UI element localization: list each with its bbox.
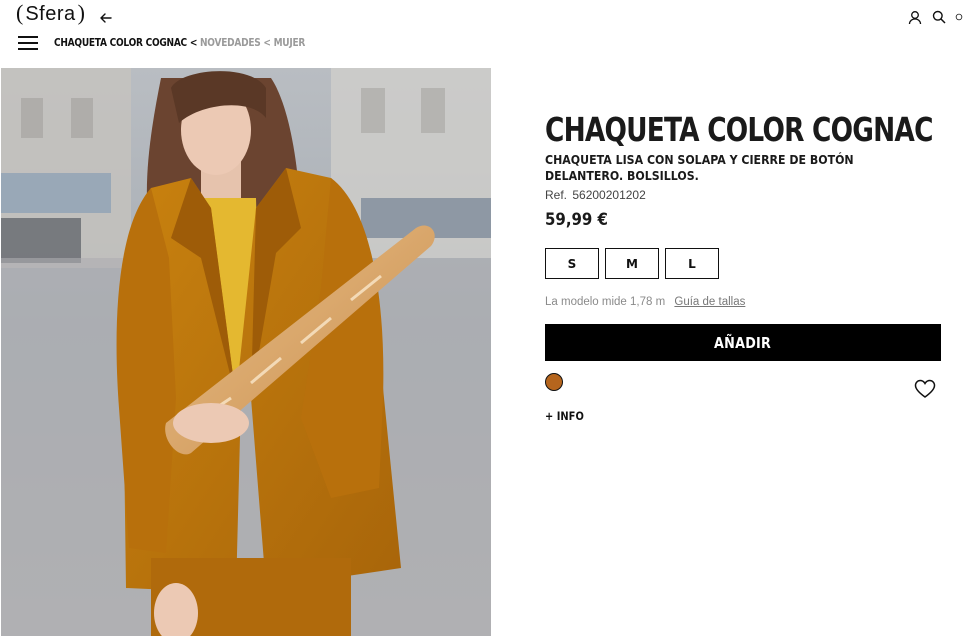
product-info: CHAQUETA COLOR COGNAC CHAQUETA LISA CON …	[545, 110, 941, 230]
breadcrumb-current: CHAQUETA COLOR COGNAC	[54, 37, 187, 49]
hamburger-menu-icon[interactable]	[18, 36, 40, 52]
logo-text: Sfera	[25, 3, 76, 25]
add-to-cart-button[interactable]: AÑADIR	[545, 324, 941, 361]
breadcrumb: CHAQUETA COLOR COGNAC < NOVEDADES < MUJE…	[54, 37, 305, 49]
heart-icon[interactable]	[914, 379, 936, 399]
size-guide-link[interactable]: Guía de tallas	[674, 296, 745, 308]
user-icon[interactable]	[907, 8, 923, 26]
product-photo[interactable]	[1, 68, 491, 636]
breadcrumb-link-novedades[interactable]: NOVEDADES	[200, 37, 261, 49]
size-option-l[interactable]: L	[665, 248, 719, 279]
breadcrumb-link-mujer[interactable]: MUJER	[274, 37, 306, 49]
more-info-link[interactable]: + INFO	[545, 409, 584, 423]
search-icon[interactable]	[931, 8, 947, 26]
product-description: CHAQUETA LISA CON SOLAPA Y CIERRE DE BOT…	[545, 152, 854, 183]
size-option-m[interactable]: M	[605, 248, 659, 279]
product-price: 59,99 €	[545, 210, 608, 230]
bag-icon[interactable]	[955, 8, 963, 26]
logo-close-paren: )	[77, 0, 85, 25]
arrow-left-icon[interactable]	[98, 10, 114, 26]
product-ref: Ref. 56200201202	[545, 188, 941, 202]
add-to-cart-label: AÑADIR	[714, 333, 772, 352]
model-note: La modelo mide 1,78 m	[545, 296, 666, 308]
model-info: La modelo mide 1,78 m Guía de tallas	[545, 296, 745, 308]
header-actions	[907, 8, 963, 26]
breadcrumb-separator: <	[263, 37, 271, 49]
site-header: ( Sfera ) CHAQUETA COLOR COGNAC < NOVEDA…	[0, 0, 969, 64]
size-option-s[interactable]: S	[545, 248, 599, 279]
product-photo-illustration	[1, 68, 491, 636]
product-title: CHAQUETA COLOR COGNAC	[545, 110, 933, 149]
color-swatch-cognac[interactable]	[545, 373, 563, 391]
breadcrumb-separator: <	[189, 37, 198, 49]
sfera-logo[interactable]: ( Sfera )	[16, 0, 85, 25]
logo-open-paren: (	[16, 0, 24, 25]
ref-value: 56200201202	[572, 188, 646, 202]
size-selector: S M L	[545, 248, 719, 279]
ref-label: Ref.	[545, 188, 568, 202]
